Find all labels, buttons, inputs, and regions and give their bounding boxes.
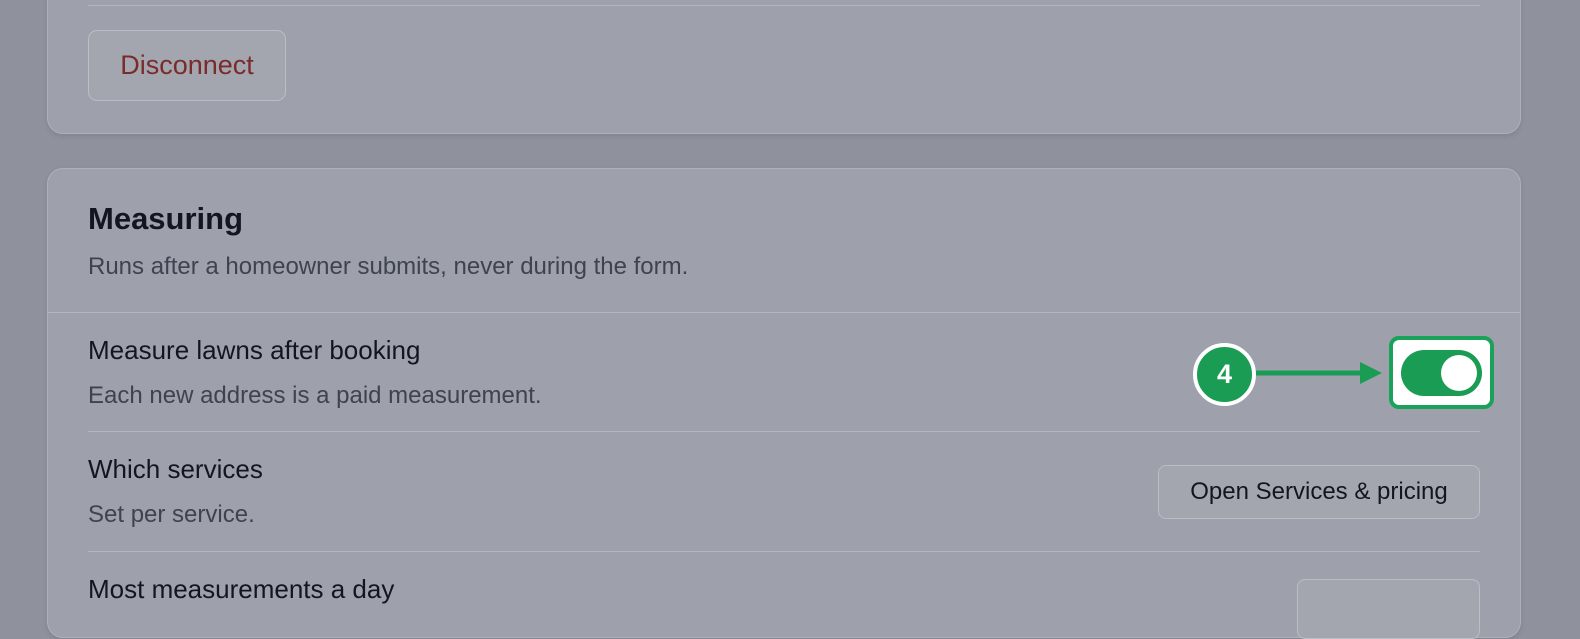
open-services-pricing-button[interactable]: Open Services & pricing [1158, 465, 1480, 519]
setting-description-measure-lawns: Each new address is a paid measurement. [88, 382, 542, 409]
measuring-card: Measuring Runs after a homeowner submits… [47, 168, 1521, 639]
divider [48, 312, 1520, 313]
measure-lawns-toggle[interactable] [1401, 350, 1482, 396]
most-measurements-control[interactable] [1297, 579, 1480, 639]
annotation-arrow-icon [1254, 362, 1382, 384]
disconnect-button[interactable]: Disconnect [88, 30, 286, 101]
divider [88, 5, 1480, 6]
step-badge: 4 [1193, 343, 1256, 406]
setting-label-which-services: Which services [88, 454, 263, 484]
setting-label-measure-lawns: Measure lawns after booking [88, 335, 421, 365]
integration-card: Disconnect [47, 0, 1521, 134]
toggle-knob [1441, 355, 1477, 391]
divider [88, 431, 1480, 432]
divider [88, 551, 1480, 552]
section-title: Measuring [88, 201, 244, 236]
toggle-highlight-frame [1389, 336, 1494, 409]
setting-label-most-measurements: Most measurements a day [88, 574, 395, 604]
setting-description-which-services: Set per service. [88, 501, 255, 528]
section-subtitle: Runs after a homeowner submits, never du… [88, 253, 689, 280]
